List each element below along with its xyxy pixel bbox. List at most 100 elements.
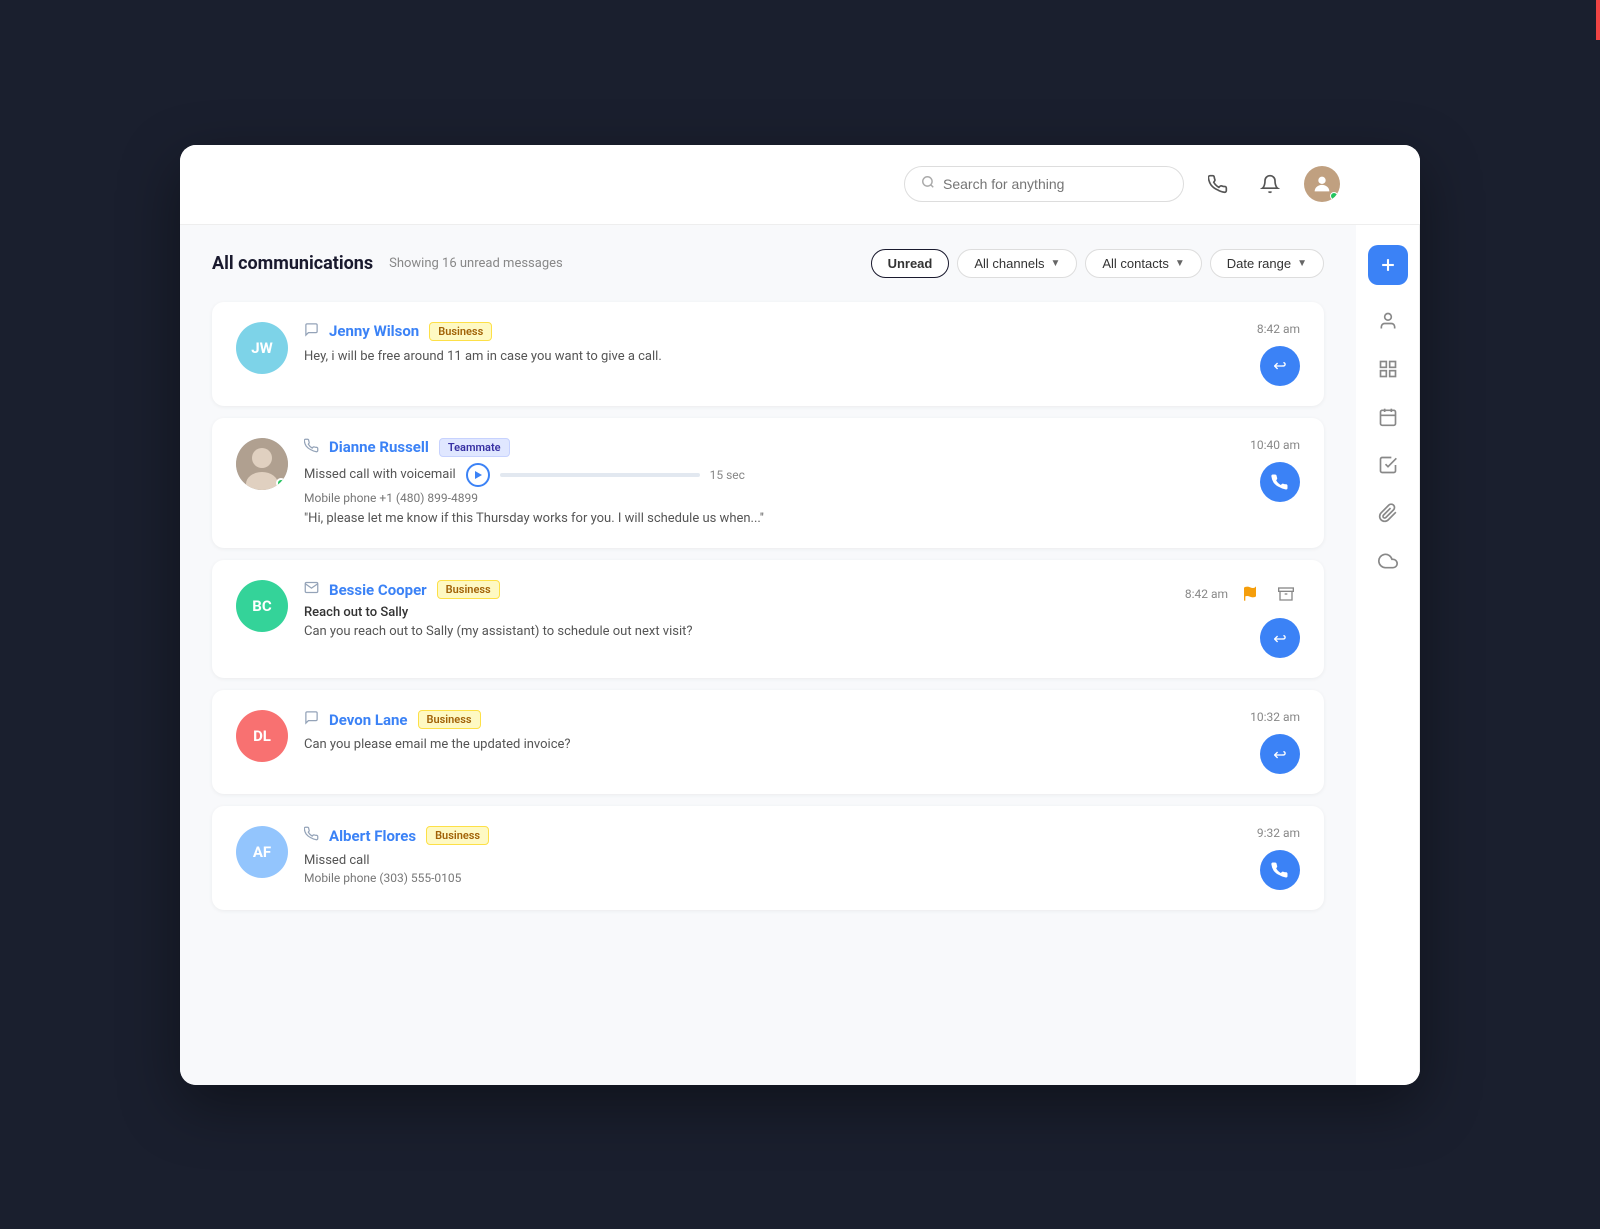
avatar-initials: JW (251, 339, 273, 357)
contact-tag: Business (429, 322, 492, 341)
avatar-initials: DL (253, 727, 271, 745)
channels-arrow-icon: ▼ (1050, 258, 1060, 269)
card-header-row: Dianne Russell Teammate (304, 438, 1234, 457)
avatar: JW (236, 322, 288, 374)
avatar-initials: BC (252, 597, 271, 615)
message-card: Dianne Russell Teammate Missed call with… (212, 418, 1324, 549)
search-box[interactable] (904, 166, 1184, 202)
call-button[interactable] (1260, 462, 1300, 502)
card-body: Jenny Wilson Business Hey, i will be fre… (304, 322, 1241, 367)
message-time: 10:40 am (1250, 438, 1300, 452)
reply-icon: ↩ (1273, 629, 1286, 648)
audio-duration: 15 sec (710, 468, 745, 482)
archive-button[interactable] (1272, 580, 1300, 608)
contact-tag: Business (418, 710, 481, 729)
card-right: 8:42 am ↩ (1257, 322, 1300, 386)
phone-icon (304, 826, 319, 845)
message-time: 10:32 am (1250, 710, 1300, 724)
card-body: Dianne Russell Teammate Missed call with… (304, 438, 1234, 529)
card-right: 8:42 am (1185, 580, 1300, 658)
add-button[interactable] (1368, 245, 1408, 285)
avatar-initials: AF (253, 843, 271, 861)
contact-name[interactable]: Jenny Wilson (329, 322, 419, 340)
contacts-arrow-icon: ▼ (1175, 258, 1185, 269)
message-card: BC Bessie Cooper Business Rea (212, 560, 1324, 678)
card-message: Can you reach out to Sally (my assistant… (304, 622, 1169, 642)
content-header: All communications Showing 16 unread mes… (212, 249, 1324, 278)
email-icon (304, 580, 319, 599)
daterange-arrow-icon: ▼ (1297, 258, 1307, 269)
contact-tag: Business (437, 580, 500, 599)
card-header-row: Albert Flores Business (304, 826, 1241, 845)
page-subtitle: Showing 16 unread messages (389, 256, 563, 271)
reply-icon: ↩ (1273, 356, 1286, 375)
audio-progress-bar[interactable] (500, 473, 700, 477)
filter-buttons: Unread All channels ▼ All contacts ▼ Dat… (871, 249, 1324, 278)
card-header-row: Devon Lane Business (304, 710, 1234, 729)
voicemail-row: Missed call with voicemail 15 sec (304, 463, 1234, 487)
message-card: DL Devon Lane Business Can yo (212, 690, 1324, 794)
chat-icon (304, 322, 319, 341)
reply-icon: ↩ (1273, 745, 1286, 764)
card-right: 10:40 am (1250, 438, 1300, 502)
play-button[interactable] (466, 463, 490, 487)
calendar-icon-btn[interactable] (1368, 397, 1408, 437)
contact-name[interactable]: Devon Lane (329, 711, 408, 729)
card-body: Devon Lane Business Can you please email… (304, 710, 1234, 755)
message-time: 9:32 am (1257, 826, 1300, 840)
content-area: All communications Showing 16 unread mes… (180, 225, 1356, 1085)
contact-name[interactable]: Bessie Cooper (329, 581, 427, 599)
card-header-row: Jenny Wilson Business (304, 322, 1241, 341)
user-avatar[interactable] (1304, 166, 1340, 202)
reply-button[interactable]: ↩ (1260, 346, 1300, 386)
online-dot (276, 478, 286, 488)
person-icon-btn[interactable] (1368, 301, 1408, 341)
page-title: All communications (212, 253, 373, 274)
reply-button[interactable]: ↩ (1260, 618, 1300, 658)
avatar: BC (236, 580, 288, 632)
phone-icon-btn[interactable] (1200, 166, 1236, 202)
message-card: AF Albert Flores Business Mis (212, 806, 1324, 910)
avatar (236, 438, 288, 490)
card-body: Bessie Cooper Business Reach out to Sall… (304, 580, 1169, 642)
notifications-icon-btn[interactable] (1252, 166, 1288, 202)
message-time: 8:42 am (1185, 587, 1228, 601)
main-area: All communications Showing 16 unread mes… (180, 225, 1420, 1085)
flag-button[interactable] (1236, 580, 1264, 608)
filter-daterange[interactable]: Date range ▼ (1210, 249, 1324, 278)
message-card: JW Jenny Wilson Business Hey, (212, 302, 1324, 406)
phone-number: Mobile phone +1 (480) 899-4899 (304, 491, 1234, 505)
filter-unread[interactable]: Unread (871, 249, 950, 278)
chat-icon (304, 710, 319, 729)
checklist-icon-btn[interactable] (1368, 445, 1408, 485)
contact-name[interactable]: Albert Flores (329, 827, 416, 845)
card-body: Albert Flores Business Missed call Mobil… (304, 826, 1241, 889)
grid-icon-btn[interactable] (1368, 349, 1408, 389)
card-right: 9:32 am (1257, 826, 1300, 890)
sidebar (1356, 225, 1420, 1085)
cloud-icon-btn[interactable] (1368, 541, 1408, 581)
phone-icon (304, 438, 319, 457)
card-message: "Hi, please let me know if this Thursday… (304, 509, 1234, 529)
avatar: DL (236, 710, 288, 762)
contact-name[interactable]: Dianne Russell (329, 438, 429, 456)
search-input[interactable] (943, 176, 1167, 192)
search-icon (921, 175, 935, 193)
message-list: JW Jenny Wilson Business Hey, (212, 302, 1324, 911)
email-subject: Reach out to Sally (304, 605, 1169, 620)
top-bar (180, 145, 1420, 225)
voicemail-label: Missed call with voicemail (304, 467, 456, 482)
contact-tag: Teammate (439, 438, 510, 457)
contact-tag: Business (426, 826, 489, 845)
reply-button[interactable]: ↩ (1260, 734, 1300, 774)
filter-channels[interactable]: All channels ▼ (957, 249, 1077, 278)
card-actions-row: 8:42 am (1185, 580, 1300, 608)
call-button[interactable] (1260, 850, 1300, 890)
card-message: Can you please email me the updated invo… (304, 735, 1234, 755)
message-time: 8:42 am (1257, 322, 1300, 336)
avatar: AF (236, 826, 288, 878)
paperclip-icon-btn[interactable] (1368, 493, 1408, 533)
phone-number: Mobile phone (303) 555-0105 (304, 871, 1241, 885)
card-header-row: Bessie Cooper Business (304, 580, 1169, 599)
filter-contacts[interactable]: All contacts ▼ (1085, 249, 1201, 278)
